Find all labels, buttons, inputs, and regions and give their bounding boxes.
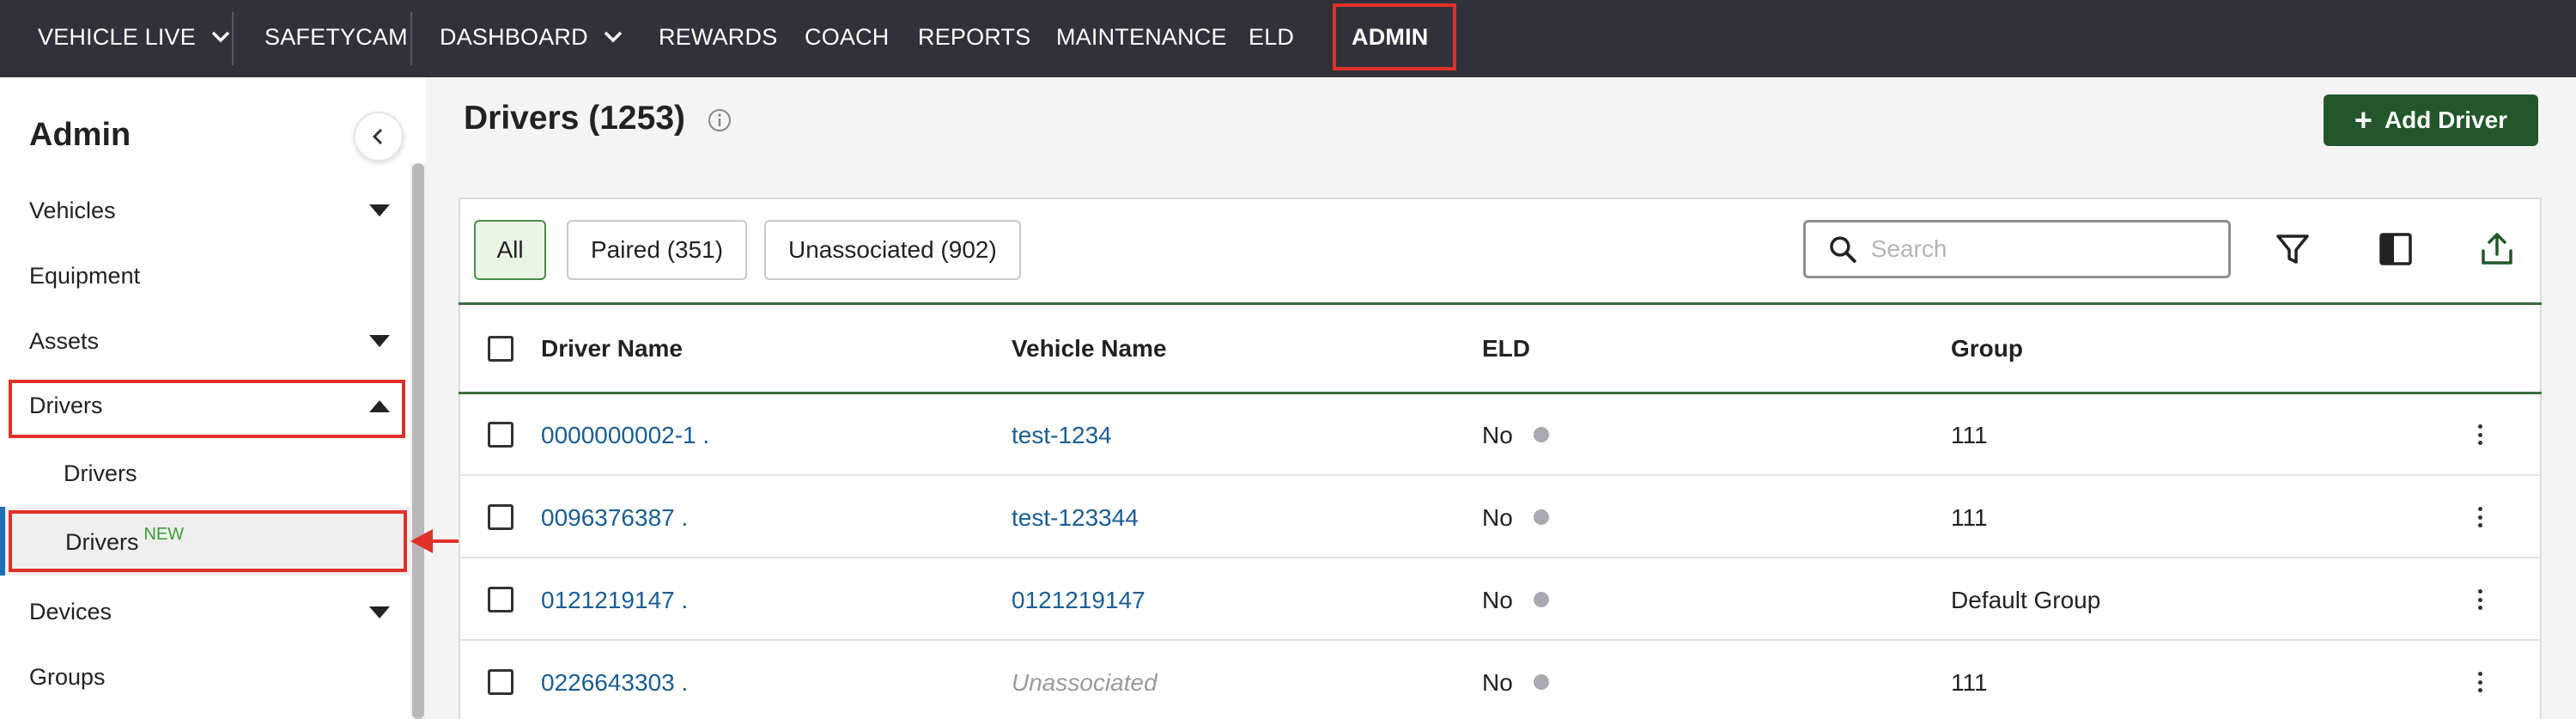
caret-down-icon[interactable]	[369, 335, 390, 347]
vehicle-name-unassociated: Unassociated	[1012, 669, 1157, 696]
chevron-down-icon	[602, 26, 624, 48]
filter-unassociated-chip[interactable]: Unassociated (902)	[764, 220, 1021, 280]
nav-maintenance[interactable]: MAINTENANCE	[1056, 0, 1227, 74]
eld-status: No	[1482, 587, 1513, 613]
row-checkbox[interactable]	[488, 422, 513, 448]
row-actions-kebab-icon[interactable]	[2470, 667, 2490, 698]
caret-down-icon[interactable]	[369, 204, 390, 216]
group-value: 111	[1951, 422, 1988, 448]
driver-name-link[interactable]: 0121219147 .	[541, 587, 688, 614]
nav-admin-label: ADMIN	[1352, 23, 1429, 50]
export-icon[interactable]	[2478, 230, 2516, 268]
nav-coach-label: COACH	[805, 23, 890, 50]
row-actions-kebab-icon[interactable]	[2470, 419, 2490, 450]
sidebar-item-groups[interactable]: Groups	[29, 664, 106, 691]
nav-reports[interactable]: REPORTS	[918, 0, 1030, 74]
eld-status-dot	[1534, 509, 1549, 525]
sidebar-subitem-drivers[interactable]: Drivers	[64, 460, 137, 487]
vehicle-name-link[interactable]: test-123344	[1012, 504, 1139, 532]
column-header-group[interactable]: Group	[1951, 335, 2023, 363]
eld-status: No	[1482, 422, 1513, 448]
search-box	[1803, 220, 2231, 278]
nav-eld[interactable]: ELD	[1249, 0, 1294, 74]
row-checkbox[interactable]	[488, 587, 513, 612]
sidebar-item-drivers[interactable]: Drivers	[29, 393, 103, 419]
group-value: Default Group	[1951, 587, 2101, 613]
info-icon[interactable]	[708, 108, 732, 132]
row-checkbox[interactable]	[488, 504, 513, 530]
group-value: 111	[1951, 669, 1988, 696]
driver-name-link[interactable]: 0000000002-1 .	[541, 422, 709, 449]
column-header-driver-name[interactable]: Driver Name	[541, 335, 683, 363]
eld-status-dot	[1534, 427, 1549, 442]
sidebar-scrollbar[interactable]	[412, 163, 424, 719]
row-actions-kebab-icon[interactable]	[2470, 502, 2490, 533]
nav-coach[interactable]: COACH	[805, 0, 890, 74]
chevron-down-icon	[210, 26, 232, 48]
nav-divider	[410, 12, 412, 65]
column-header-eld[interactable]: ELD	[1482, 335, 1530, 363]
active-item-background	[0, 507, 410, 576]
sidebar-subitem-drivers-new[interactable]: Drivers NEW	[65, 525, 184, 556]
nav-safetycam-label: SAFETYCAM	[264, 23, 408, 50]
nav-vehicle-live[interactable]: VEHICLE LIVE	[38, 0, 232, 74]
search-input[interactable]	[1870, 235, 2228, 263]
add-driver-button[interactable]: + Add Driver	[2324, 94, 2538, 146]
top-navigation-bar: VEHICLE LIVE SAFETYCAM DASHBOARD REWARDS…	[0, 0, 2576, 77]
columns-toggle-icon[interactable]	[2377, 230, 2415, 268]
row-actions-kebab-icon[interactable]	[2470, 584, 2490, 615]
nav-safetycam[interactable]: SAFETYCAM	[264, 0, 408, 74]
column-header-vehicle-name[interactable]: Vehicle Name	[1012, 335, 1167, 363]
toolbar-divider	[459, 302, 2542, 305]
row-checkbox[interactable]	[488, 669, 513, 695]
nav-rewards[interactable]: REWARDS	[659, 0, 777, 74]
row-divider	[459, 557, 2542, 558]
search-icon	[1830, 236, 1856, 263]
sidebar-title: Admin	[29, 117, 131, 153]
caret-up-icon[interactable]	[369, 400, 390, 412]
vehicle-name-link[interactable]: 0121219147	[1012, 587, 1145, 614]
driver-name-link[interactable]: 0096376387 .	[541, 504, 688, 532]
nav-eld-label: ELD	[1249, 23, 1295, 50]
driver-name-link[interactable]: 0226643303 .	[541, 669, 688, 697]
group-value: 111	[1951, 504, 1988, 531]
nav-divider	[232, 12, 234, 65]
eld-status-dot	[1534, 592, 1549, 607]
nav-dashboard[interactable]: DASHBOARD	[440, 0, 624, 74]
annotation-arrow-head	[410, 529, 433, 553]
select-all-checkbox[interactable]	[488, 336, 513, 362]
eld-status: No	[1482, 669, 1513, 696]
eld-status: No	[1482, 504, 1513, 531]
nav-admin[interactable]: ADMIN	[1352, 0, 1429, 74]
caret-down-icon[interactable]	[369, 606, 390, 618]
nav-rewards-label: REWARDS	[659, 23, 778, 50]
active-item-indicator	[0, 507, 5, 576]
sidebar-item-devices[interactable]: Devices	[29, 599, 112, 625]
row-divider	[459, 474, 2542, 476]
sidebar-subitem-label: Drivers	[65, 529, 139, 555]
nav-maintenance-label: MAINTENANCE	[1056, 23, 1227, 50]
row-divider	[459, 639, 2542, 641]
vehicle-name-link[interactable]: test-1234	[1012, 422, 1112, 449]
eld-status-dot	[1534, 674, 1549, 690]
nav-vehicle-live-label: VEHICLE LIVE	[38, 23, 196, 50]
sidebar-item-equipment[interactable]: Equipment	[29, 263, 140, 289]
page-title: Drivers (1253)	[464, 100, 685, 137]
filter-paired-chip[interactable]: Paired (351)	[567, 220, 748, 280]
add-driver-label: Add Driver	[2384, 107, 2508, 133]
filter-all-chip[interactable]: All	[474, 220, 546, 280]
chevron-left-icon	[372, 128, 383, 145]
sidebar-item-vehicles[interactable]: Vehicles	[29, 198, 116, 224]
plus-icon: +	[2354, 102, 2372, 137]
nav-reports-label: REPORTS	[918, 23, 1031, 50]
new-badge: NEW	[143, 525, 185, 544]
admin-sidebar: Admin Vehicles Equipment Assets Drivers …	[0, 77, 426, 719]
sidebar-item-assets[interactable]: Assets	[29, 328, 99, 355]
collapse-sidebar-button[interactable]	[354, 112, 404, 161]
table-header-divider	[459, 392, 2542, 394]
filter-icon[interactable]	[2274, 230, 2312, 268]
nav-dashboard-label: DASHBOARD	[440, 23, 588, 50]
